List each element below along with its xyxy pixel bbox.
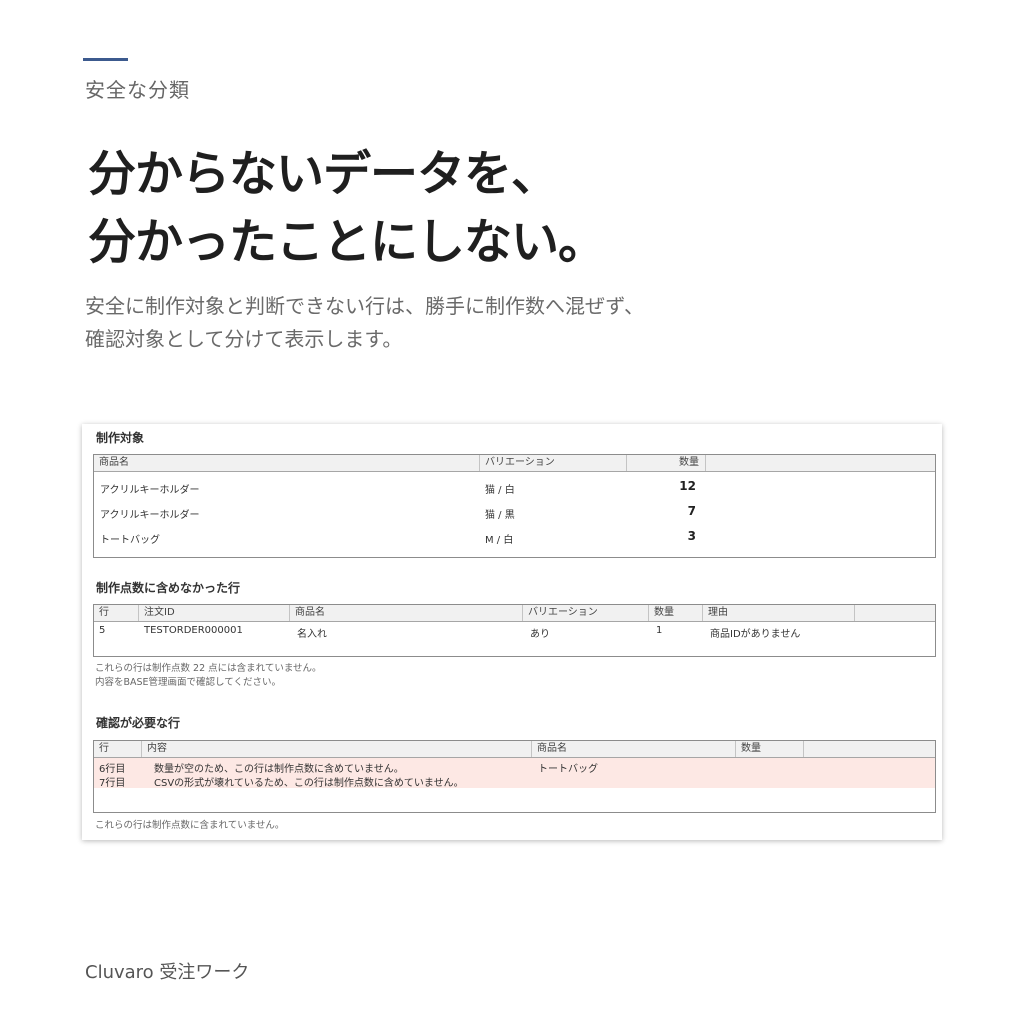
screenshot-panel: 制作対象 商品名 バリエーション 数量 アクリルキーホルダー 猫 / 白 12 … — [82, 424, 942, 840]
excluded-section-title: 制作点数に含めなかった行 — [96, 581, 241, 595]
cell-product: 名入れ — [297, 629, 327, 640]
production-section-title: 制作対象 — [96, 431, 145, 445]
excluded-note-line-2: 内容をBASE管理画面で確認してください。 — [95, 677, 281, 688]
section-eyebrow: 安全な分類 — [85, 78, 190, 102]
cell-content: 数量が空のため、この行は制作点数に含めていません。 — [154, 764, 404, 775]
review-table-header: 行 内容 商品名 数量 — [94, 741, 935, 758]
col-header-row[interactable]: 行 — [94, 605, 139, 621]
brand-footer: Cluvaro 受注ワーク — [85, 962, 250, 983]
accent-line — [83, 58, 128, 61]
excluded-table: 行 注文ID 商品名 バリエーション 数量 理由 5 TESTORDER0000… — [93, 604, 936, 657]
headline-line-2: 分かったことにしない。 — [88, 214, 606, 270]
cell-variation: M / 白 — [485, 535, 514, 546]
cell-order-id: TESTORDER000001 — [144, 625, 243, 636]
cell-variation: 猫 / 黒 — [485, 510, 515, 521]
review-note: これらの行は制作点数に含まれていません。 — [95, 820, 285, 831]
cell-qty: 1 — [656, 625, 663, 636]
cell-variation: あり — [530, 629, 550, 640]
review-section-title: 確認が必要な行 — [96, 716, 181, 730]
cell-row: 5 — [99, 625, 106, 636]
excluded-note-line-1: これらの行は制作点数 22 点には含まれていません。 — [95, 663, 322, 674]
col-header-qty[interactable]: 数量 — [736, 741, 804, 757]
headline-line-1: 分からないデータを、 — [88, 146, 559, 202]
cell-reason: 商品IDがありません — [710, 629, 801, 640]
col-header-reason[interactable]: 理由 — [703, 605, 855, 621]
subtitle: 安全に制作対象と判断できない行は、勝手に制作数へ混ぜず、 確認対象として分けて表… — [85, 290, 644, 356]
cell-row: 6行目 — [99, 764, 126, 775]
col-header-product[interactable]: 商品名 — [290, 605, 523, 621]
headline: 分からないデータを、 分かったことにしない。 — [88, 140, 606, 276]
col-header-order-id[interactable]: 注文ID — [139, 605, 290, 621]
col-header-qty[interactable]: 数量 — [627, 455, 706, 471]
subtitle-line-2: 確認対象として分けて表示します。 — [85, 327, 403, 351]
col-header-content[interactable]: 内容 — [142, 741, 532, 757]
cell-product: アクリルキーホルダー — [100, 485, 200, 496]
cell-qty: 12 — [679, 479, 696, 493]
cell-qty: 3 — [687, 529, 696, 543]
review-table: 行 内容 商品名 数量 6行目 数量が空のため、この行は制作点数に含めていません… — [93, 740, 936, 813]
excluded-note: これらの行は制作点数 22 点には含まれていません。 内容をBASE管理画面で確… — [95, 662, 322, 690]
cell-variation: 猫 / 白 — [485, 485, 515, 496]
subtitle-line-1: 安全に制作対象と判断できない行は、勝手に制作数へ混ぜず、 — [85, 294, 644, 318]
cell-product: トートバッグ — [100, 535, 160, 546]
excluded-table-header: 行 注文ID 商品名 バリエーション 数量 理由 — [94, 605, 935, 622]
cell-content: CSVの形式が壊れているため、この行は制作点数に含めていません。 — [154, 778, 464, 789]
production-table: 商品名 バリエーション 数量 アクリルキーホルダー 猫 / 白 12 アクリルキ… — [93, 454, 936, 558]
col-header-variation[interactable]: バリエーション — [523, 605, 649, 621]
col-header-row[interactable]: 行 — [94, 741, 142, 757]
col-header-product[interactable]: 商品名 — [532, 741, 736, 757]
production-table-header: 商品名 バリエーション 数量 — [94, 455, 935, 472]
col-header-variation[interactable]: バリエーション — [480, 455, 627, 471]
cell-product: アクリルキーホルダー — [100, 510, 200, 521]
cell-product: トートバッグ — [538, 764, 598, 775]
cell-row: 7行目 — [99, 778, 126, 789]
col-header-qty[interactable]: 数量 — [649, 605, 703, 621]
col-header-product[interactable]: 商品名 — [94, 455, 480, 471]
cell-qty: 7 — [687, 504, 696, 518]
